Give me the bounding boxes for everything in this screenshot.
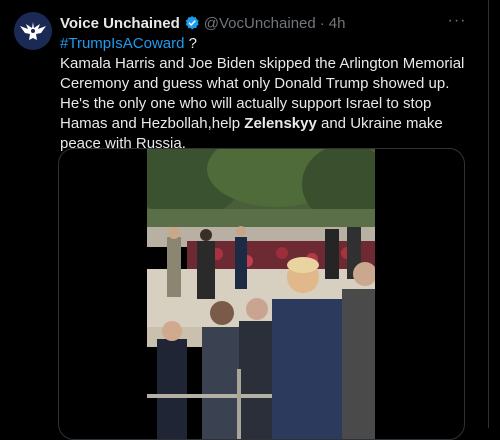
timestamp[interactable]: 4h — [329, 15, 346, 32]
separator-dot: · — [319, 14, 325, 32]
more-options-icon[interactable]: ··· — [446, 12, 468, 30]
avatar[interactable] — [14, 12, 52, 50]
hashtag-suffix: ? — [184, 35, 197, 52]
tweet-text: #TrumpIsACoward ? Kamala Harris and Joe … — [60, 34, 480, 154]
media-container[interactable] — [58, 148, 465, 440]
tweet-line-1: Kamala Harris and Joe Biden skipped the … — [60, 55, 465, 92]
column-border — [488, 0, 489, 428]
hashtag-link[interactable]: #TrumpIsACoward — [60, 35, 184, 52]
tweet[interactable]: Voice Unchained @VocUnchained · 4h ··· #… — [0, 0, 500, 440]
tweet-line-2-bold: Zelenskyy — [244, 115, 317, 132]
verified-badge-icon[interactable] — [184, 15, 200, 31]
eagle-logo-icon — [14, 12, 52, 50]
tweet-header: Voice Unchained @VocUnchained · 4h — [60, 13, 345, 33]
author-name[interactable]: Voice Unchained — [60, 15, 180, 32]
author-handle[interactable]: @VocUnchained — [204, 15, 316, 32]
video-frame[interactable] — [147, 149, 375, 439]
